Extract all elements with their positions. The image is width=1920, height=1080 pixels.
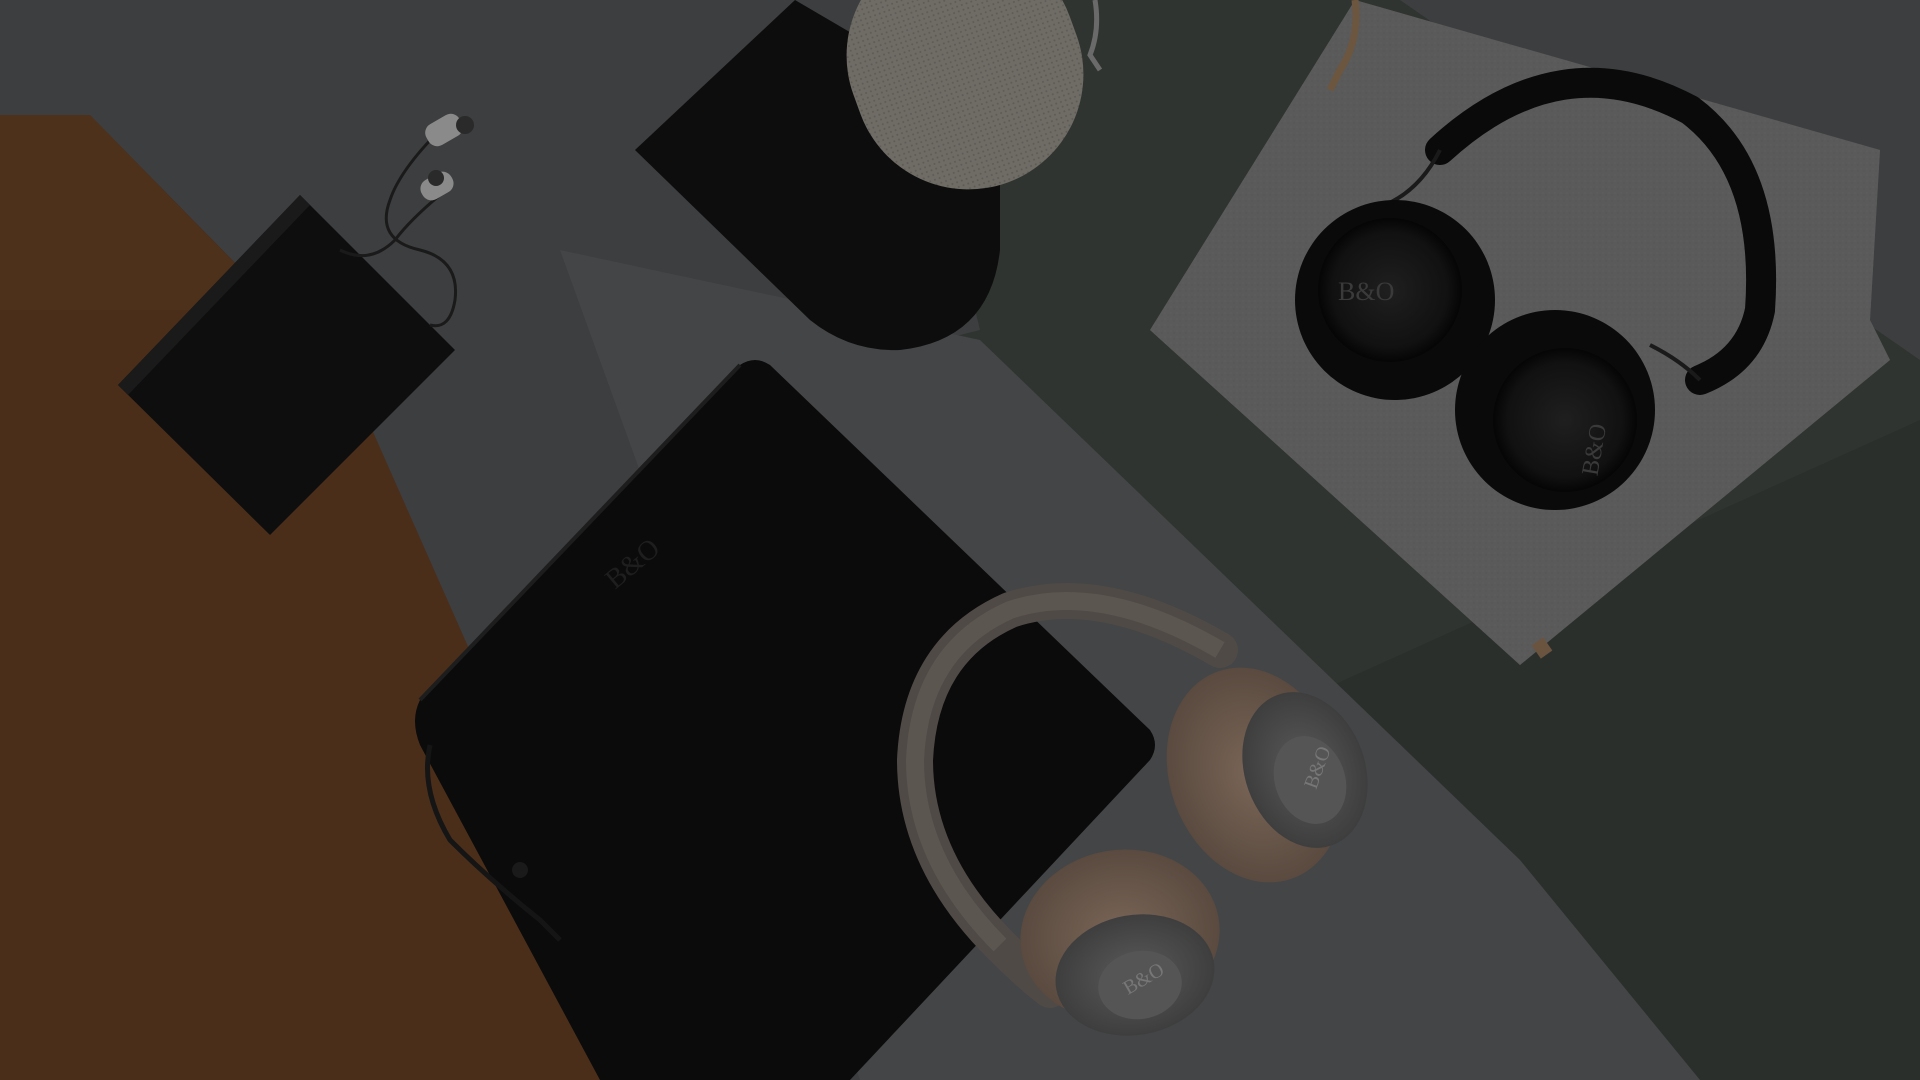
product-flatlay-scene: B&O B&O B&O B&O B&O	[0, 0, 1920, 1080]
svg-text:B&O: B&O	[1338, 277, 1394, 306]
flatlay-illustration: B&O B&O B&O B&O B&O	[0, 0, 1920, 1080]
